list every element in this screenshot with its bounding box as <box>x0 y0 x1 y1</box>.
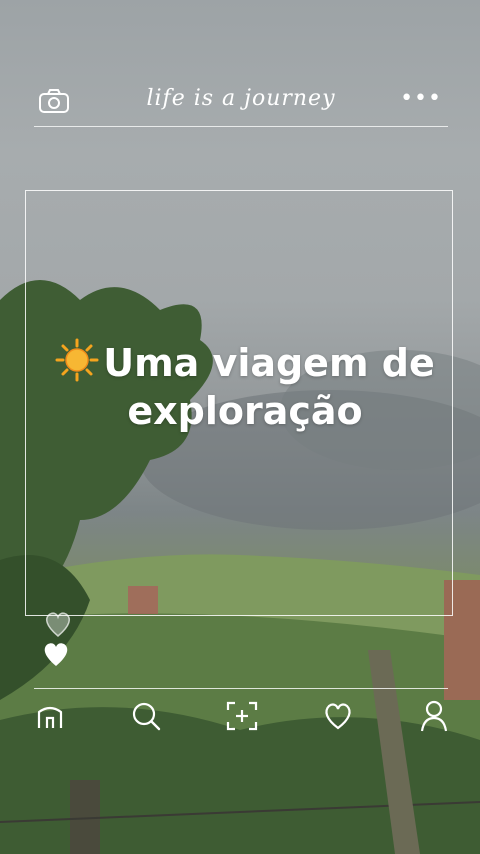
more-dots-icon[interactable]: ••• <box>400 86 442 111</box>
scan-add-icon[interactable] <box>222 698 262 734</box>
heart-outline-icon[interactable] <box>45 612 71 637</box>
home-icon[interactable] <box>30 698 70 734</box>
heart-icon[interactable] <box>318 698 358 734</box>
app-title: life is a journey <box>146 86 336 111</box>
sun-icon <box>55 338 99 382</box>
fence-post <box>70 780 100 854</box>
top-bar: life is a journey ••• <box>34 80 448 127</box>
profile-icon[interactable] <box>414 698 454 734</box>
headline-line-1: Uma viagem de <box>103 341 435 385</box>
search-icon[interactable] <box>126 698 166 734</box>
headline-line-2: exploração <box>127 389 363 433</box>
bottom-divider <box>34 688 448 689</box>
heart-filled-icon[interactable] <box>44 643 68 666</box>
reaction-hearts <box>38 606 78 670</box>
headline: Uma viagem de exploração <box>40 338 450 435</box>
bottom-nav <box>30 698 454 734</box>
